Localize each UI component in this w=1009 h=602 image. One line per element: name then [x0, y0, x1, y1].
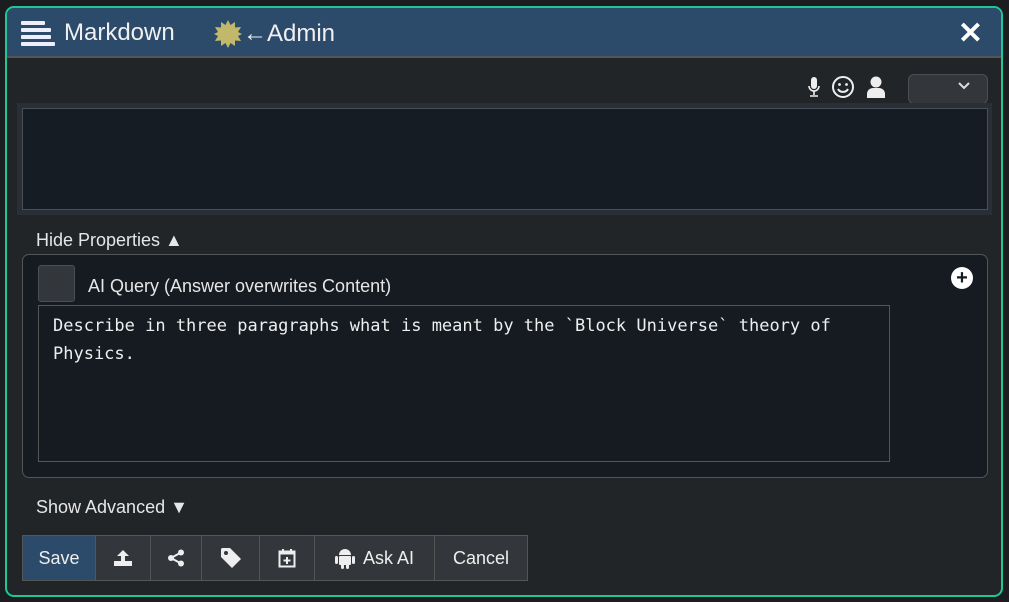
editor-select[interactable] — [908, 74, 988, 104]
android-icon — [334, 549, 355, 569]
sun-icon — [214, 20, 242, 48]
markdown-editor-dialog: Markdown ←Admin ✕ Hide Properties ▲ AI Q… — [5, 6, 1003, 597]
upload-button[interactable] — [96, 536, 151, 580]
admin-label: ←Admin — [243, 20, 336, 47]
microphone-icon[interactable] — [807, 76, 821, 98]
cancel-button[interactable]: Cancel — [435, 536, 527, 580]
dialog-header: Markdown ←Admin ✕ — [7, 8, 1001, 58]
tag-icon — [220, 548, 241, 568]
ask-ai-label: Ask AI — [362, 547, 415, 568]
tag-button[interactable] — [202, 536, 260, 580]
button-bar: Save Ask AI Cancel — [22, 535, 528, 581]
calendar-button[interactable] — [260, 536, 315, 580]
ask-ai-button[interactable]: Ask AI — [315, 536, 435, 580]
show-advanced-toggle[interactable]: Show Advanced ▼ — [36, 497, 188, 518]
user-icon[interactable] — [865, 75, 887, 99]
content-textarea[interactable] — [22, 108, 988, 210]
share-icon — [168, 549, 184, 567]
close-icon[interactable]: ✕ — [958, 16, 983, 51]
menu-icon[interactable] — [21, 21, 55, 47]
hide-properties-toggle[interactable]: Hide Properties ▲ — [36, 230, 183, 251]
share-button[interactable] — [151, 536, 202, 580]
dialog-title: Markdown — [64, 19, 175, 46]
ai-query-label: AI Query (Answer overwrites Content) — [88, 276, 392, 296]
editor-tools — [807, 75, 887, 99]
editor-wrapper — [17, 103, 992, 215]
chevron-down-icon — [958, 82, 970, 90]
add-property-icon[interactable]: + — [951, 267, 973, 289]
admin-link[interactable]: ←Admin — [213, 19, 335, 49]
ai-query-textarea[interactable]: Describe in three paragraphs what is mea… — [38, 305, 890, 462]
calendar-plus-icon — [278, 549, 296, 568]
save-button[interactable]: Save — [23, 536, 96, 580]
upload-icon — [114, 550, 132, 566]
properties-panel: AI Query (Answer overwrites Content) + D… — [22, 254, 988, 478]
ai-query-checkbox[interactable] — [38, 265, 75, 302]
emoji-icon[interactable] — [831, 75, 855, 99]
